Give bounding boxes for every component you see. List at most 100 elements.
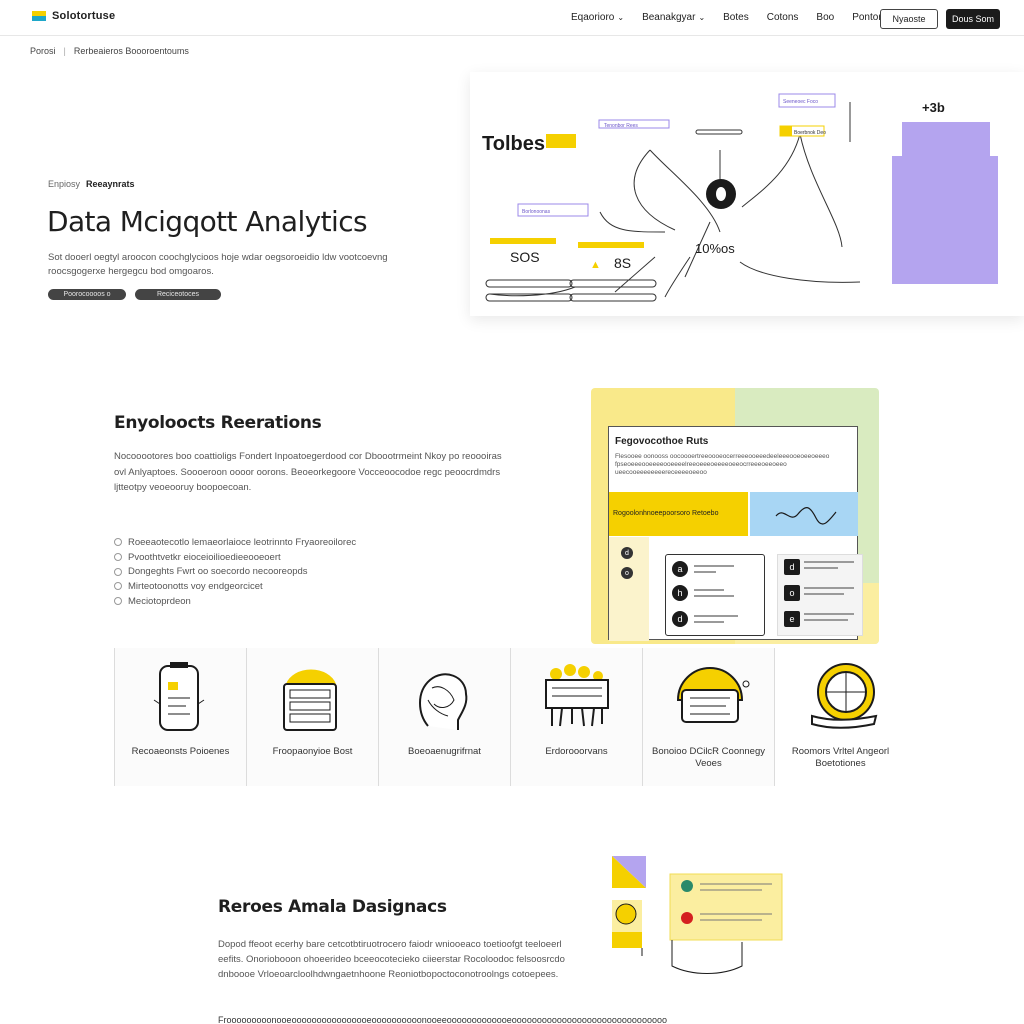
feature-card[interactable]: Recoaeonsts Poioenes <box>114 648 247 786</box>
bar-chart-icon: ▲ <box>590 259 601 271</box>
breadcrumb-separator: | <box>63 46 66 56</box>
hero-illustration-card: Tolbes Tenonbor Rees Seeneoec Foco Borlo… <box>470 72 1024 316</box>
stack-icon <box>283 669 337 731</box>
bullet-circle-icon <box>114 538 122 547</box>
list-item-text: Meciotoprdeon <box>128 595 191 607</box>
text-line <box>694 565 734 567</box>
corner-badge: +3b <box>922 100 945 115</box>
primary-cta-button[interactable]: Dous Som <box>946 9 1000 29</box>
breadcrumb-item-current: Rerbeaieros Boooroentoums <box>73 46 189 56</box>
list-item-text: Mirteotoonotts voy endgeorcicet <box>128 580 263 592</box>
head-icon <box>419 673 468 730</box>
feature-label: Boeoaenugrifrnat <box>408 746 481 757</box>
secondary-cta-button[interactable]: Nyaoste <box>880 9 938 29</box>
tablet-icon <box>153 662 205 731</box>
group-icon <box>545 664 609 727</box>
list-row-icon[interactable]: a <box>672 561 688 577</box>
list-row-icon[interactable]: e <box>784 611 800 627</box>
tag-pill[interactable]: Reciceotoces <box>135 289 221 300</box>
side-icon[interactable]: d <box>621 547 633 559</box>
section-title: Enyoloocts Reerations <box>114 413 322 433</box>
logo-icon <box>32 11 46 21</box>
feature-card[interactable]: Erdorooorvans <box>511 648 643 786</box>
list-row-icon[interactable]: o <box>784 585 800 601</box>
text-line <box>804 613 854 615</box>
nav-link-3[interactable]: Botes <box>723 12 749 23</box>
label-chip-text: Seeneoec Foco <box>783 99 818 105</box>
nav-link-2[interactable]: Beanakgyar ⌄ <box>642 12 705 23</box>
brand-logo[interactable]: Solotortuse <box>32 10 115 22</box>
tag-pill[interactable]: Poorocoooos o <box>48 289 126 300</box>
feature-cards-row: Recoaeonsts Poioenes Froopaonyioe Bost B… <box>114 648 906 786</box>
feature-label: Recoaeonsts Poioenes <box>131 746 230 757</box>
hero-tags: Poorocoooos o Reciceotoces <box>48 289 221 300</box>
value-label: SOS <box>510 249 540 265</box>
panel-window: Fegovocothoe Ruts Flesooee oonooss oocoo… <box>608 426 863 641</box>
side-icon[interactable]: o <box>621 567 633 579</box>
value-label: 10%os <box>695 241 735 256</box>
text-line <box>694 571 716 573</box>
section-paragraph: Dopod ffeoot ecerhy bare cetcotbtiruotro… <box>218 939 565 980</box>
hero-kicker-muted: Enpiosy <box>48 179 81 189</box>
label-chip-text: Boerbnok Deo <box>794 130 826 136</box>
nav-link-label: Eqaorioro <box>571 12 615 23</box>
label-chip-text: Borlonoonas <box>522 209 551 215</box>
hero-kicker-strong: Reeaynrats <box>86 179 135 189</box>
purple-block <box>892 156 998 284</box>
cutoff-text: Frooooooooonooeoooooooooooooooeooooooooo… <box>218 1015 667 1024</box>
bullet-circle-icon <box>114 582 122 591</box>
connector-line <box>599 211 666 233</box>
list-row-icon[interactable]: h <box>672 585 688 601</box>
text-line <box>694 589 724 591</box>
feature-card[interactable]: Froopaonyioe Bost <box>247 648 379 786</box>
bullet-circle-icon <box>114 597 122 606</box>
text-line <box>804 593 844 595</box>
feature-list: Roeeaotecotlo lemaeorlaioce leotrinnto F… <box>114 535 356 608</box>
text-line <box>804 561 854 563</box>
dome-icon <box>676 667 750 723</box>
text-line <box>694 621 724 623</box>
feature-card[interactable]: Roomors Vrltel Angeorl Boetotiones <box>775 648 906 786</box>
connector-line <box>633 149 676 231</box>
connector-line <box>664 256 691 298</box>
value-bar <box>490 238 556 244</box>
nav-links: Eqaorioro ⌄ Beanakgyar ⌄ Botes Cotons Boo … <box>571 12 882 23</box>
section-title: Reroes Amala Dasignacs <box>218 897 447 917</box>
breadcrumb-item-home[interactable]: Porosi <box>30 46 56 56</box>
list-item: Pvoothtvetkr eioceioilioedieeooeoert <box>114 550 356 565</box>
mini-list-card: d o e <box>777 554 863 636</box>
feature-card[interactable]: Boeoaenugrifrnat <box>379 648 511 786</box>
top-navigation: Solotortuse Eqaorioro ⌄ Beanakgyar ⌄ Botes… <box>0 0 1024 36</box>
list-item: Dongeghts Fwrt oo soecordo necooreopds <box>114 564 356 579</box>
bullet-circle-icon <box>114 553 122 562</box>
status-icon <box>681 880 693 892</box>
nav-link-4[interactable]: Cotons <box>767 12 799 23</box>
nav-link-5[interactable]: Boo <box>816 12 834 23</box>
band-label: Rogoolonhnoeepoorsoro Retoebo <box>613 510 719 517</box>
text-line <box>804 587 854 589</box>
list-row-icon[interactable]: d <box>784 559 800 575</box>
list-item-text: Roeeaotecotlo lemaeorlaioce leotrinnto F… <box>128 536 357 548</box>
list-row-icon[interactable]: d <box>672 611 688 627</box>
feature-label: Erdorooorvans <box>545 746 608 757</box>
section-paragraph: Nocooootores boo coattioligs Fondert Inp… <box>114 451 502 493</box>
center-node-inner <box>716 187 726 201</box>
feature-label: Froopaonyioe Bost <box>272 746 353 757</box>
highlight-band: Rogoolonhnoeepoorsoro Retoebo <box>609 492 748 536</box>
value-label: 8S <box>614 255 631 271</box>
text-line <box>804 619 848 621</box>
label-chip-accent <box>780 126 792 136</box>
page-title: Data Mcigqott Analytics <box>47 205 368 238</box>
dashboard-preview-panel: Fegovocothoe Ruts Flesooee oonooss oocoo… <box>591 388 879 644</box>
panel-sidebar: d o <box>609 537 649 641</box>
list-item: Meciotoprdeon <box>114 594 356 609</box>
nav-link-1[interactable]: Eqaorioro ⌄ <box>571 12 624 23</box>
value-bar <box>578 242 644 248</box>
feature-card[interactable]: Bonoioo DCilcR Coonnegy Veoes <box>643 648 775 786</box>
text-line <box>804 567 838 569</box>
panel-text: Flesooee oonooss oocoooertreeoooeocerree… <box>615 453 830 476</box>
nav-link-6[interactable]: Pontor <box>852 12 881 23</box>
status-icon <box>681 912 693 924</box>
chevron-down-icon: ⌄ <box>698 13 706 22</box>
bullet-circle-icon <box>114 567 122 576</box>
